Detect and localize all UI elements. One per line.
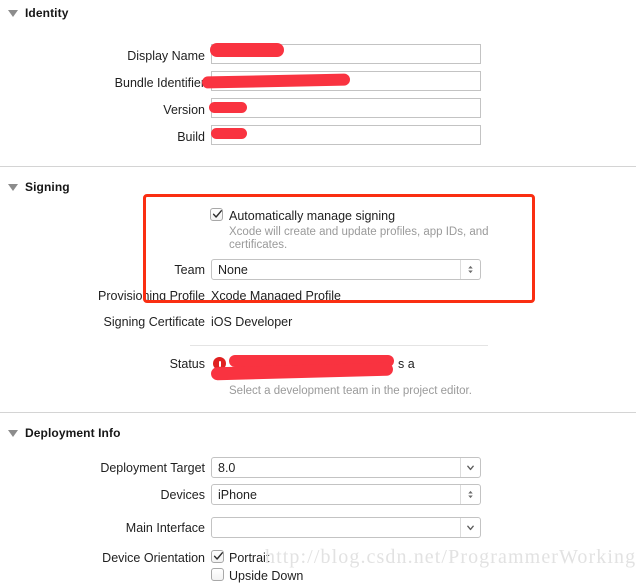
label-build: Build: [177, 130, 205, 144]
section-title-signing: Signing: [25, 180, 70, 194]
hint-auto-manage-line2: certificates.: [229, 239, 288, 251]
dropdown-team[interactable]: None: [211, 259, 481, 280]
stepper-arrows-icon[interactable]: [460, 485, 480, 504]
label-device-orientation: Device Orientation: [102, 551, 205, 565]
label-main-interface: Main Interface: [125, 521, 205, 535]
divider-signing: [0, 166, 636, 167]
label-deployment-target: Deployment Target: [100, 461, 205, 475]
checkbox-automatically-manage-signing[interactable]: [210, 208, 223, 221]
checkbox-upside-down[interactable]: [211, 568, 224, 581]
label-provisioning-profile: Provisioning Profile: [98, 289, 205, 303]
status-text-tail: s a: [398, 357, 415, 371]
dropdown-team-value: None: [218, 262, 248, 277]
dropdown-main-interface[interactable]: [211, 517, 481, 538]
label-status: Status: [169, 357, 205, 371]
redaction-mark-version: [209, 102, 247, 113]
label-signing-certificate: Signing Certificate: [103, 315, 205, 329]
chevron-down-icon[interactable]: [460, 458, 480, 477]
redaction-mark-build: [211, 128, 247, 139]
hint-status: Select a development team in the project…: [229, 385, 472, 397]
section-header-signing[interactable]: Signing: [8, 179, 70, 195]
divider-status: [190, 345, 488, 346]
dropdown-deployment-target[interactable]: 8.0: [211, 457, 481, 478]
value-signing-certificate: iOS Developer: [211, 315, 293, 329]
redaction-mark-display-name: [210, 43, 284, 57]
chevron-down-icon[interactable]: [460, 518, 480, 537]
watermark-text: http://blog.csdn.net/ProgrammerWorking: [265, 546, 636, 568]
dropdown-deployment-target-value: 8.0: [218, 460, 236, 475]
divider-deployment-info: [0, 412, 636, 413]
dropdown-devices-value: iPhone: [218, 487, 257, 502]
label-upside-down: Upside Down: [229, 569, 304, 583]
disclosure-triangle-icon[interactable]: [8, 430, 18, 437]
input-version[interactable]: [211, 98, 481, 118]
disclosure-triangle-icon[interactable]: [8, 184, 18, 191]
label-devices: Devices: [160, 488, 205, 502]
section-title-identity: Identity: [25, 6, 69, 20]
updown-chevron-icon: [468, 265, 473, 274]
stepper-arrows-icon[interactable]: [460, 260, 480, 279]
check-icon: [213, 552, 223, 560]
label-bundle-identifier: Bundle Identifier: [114, 76, 205, 90]
label-version: Version: [163, 103, 205, 117]
hint-auto-manage-line1: Xcode will create and update profiles, a…: [229, 226, 489, 238]
checkbox-portrait[interactable]: [211, 550, 224, 563]
dropdown-devices[interactable]: iPhone: [211, 484, 481, 505]
section-header-deployment-info[interactable]: Deployment Info: [8, 425, 121, 441]
updown-chevron-icon: [468, 490, 473, 499]
label-team: Team: [174, 263, 205, 277]
label-portrait: Portrait: [229, 551, 270, 565]
check-icon: [212, 210, 222, 218]
down-chevron-icon: [467, 465, 474, 471]
section-title-deployment-info: Deployment Info: [25, 426, 121, 440]
disclosure-triangle-icon[interactable]: [8, 10, 18, 17]
input-build[interactable]: [211, 125, 481, 145]
value-provisioning-profile: Xcode Managed Profile: [211, 289, 341, 303]
xcode-general-settings-panel: Identity Display Name Bundle Identifier …: [0, 0, 636, 583]
section-header-identity[interactable]: Identity: [8, 5, 68, 21]
label-display-name: Display Name: [127, 49, 205, 63]
label-automatically-manage-signing: Automatically manage signing: [229, 209, 396, 223]
down-chevron-icon: [467, 525, 474, 531]
